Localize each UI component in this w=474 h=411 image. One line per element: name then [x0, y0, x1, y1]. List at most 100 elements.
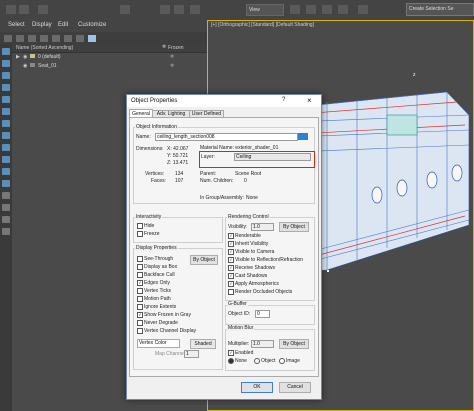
selection-set-dropdown[interactable]: Create Selection Se — [406, 3, 474, 16]
name-field[interactable]: ceiling_length_section008 — [155, 133, 298, 141]
filter-icon[interactable] — [4, 35, 12, 42]
display-by-object-button[interactable]: By Object — [190, 255, 218, 265]
visibility-eye-icon[interactable]: ◉ — [23, 54, 27, 60]
spinner-snap-icon[interactable] — [338, 5, 348, 14]
faces-label: Faces: — [151, 178, 167, 184]
xrefs-filter-icon[interactable] — [2, 156, 10, 163]
shapes-filter-icon[interactable] — [2, 84, 10, 91]
display-property-label: Motion Path — [144, 296, 171, 302]
list-item-label: Seat_01 — [38, 63, 57, 69]
column-name-header[interactable]: Name (Sorted Ascending) — [16, 45, 73, 51]
cameras-filter-icon[interactable] — [2, 108, 10, 115]
select-object-icon[interactable] — [120, 5, 130, 14]
expand-arrow-icon[interactable]: ▶ — [16, 54, 20, 60]
multiplier-label: Multiplier: — [228, 341, 250, 347]
link-icon[interactable] — [38, 5, 48, 14]
menu-customize[interactable]: Customize — [78, 22, 106, 28]
options-icon[interactable] — [76, 35, 84, 42]
layer-icon[interactable] — [40, 35, 48, 42]
motion-blur-by-object-button[interactable]: By Object — [279, 339, 309, 349]
enabled-checkbox[interactable]: ✓ — [228, 350, 234, 356]
faces-value: 107 — [175, 178, 184, 184]
parent-value: Scene Root — [235, 171, 262, 177]
lights-filter-icon[interactable] — [2, 96, 10, 103]
close-button[interactable]: × — [307, 96, 312, 105]
rendering-option-checkbox[interactable]: ✓ — [228, 249, 234, 255]
list-item[interactable]: ◉ Seat_01 ❄ — [12, 62, 207, 70]
ok-button[interactable]: OK — [241, 382, 273, 393]
display-property-checkbox[interactable]: ✓ — [137, 280, 143, 286]
menu-display[interactable]: Display — [32, 22, 52, 28]
none-radio[interactable] — [228, 358, 234, 364]
object-id-field[interactable]: 0 — [255, 310, 270, 318]
display-property-checkbox[interactable] — [137, 328, 143, 334]
menu-edit[interactable]: Edit — [58, 22, 68, 28]
scale-icon[interactable] — [190, 5, 200, 14]
help-button[interactable]: ? — [282, 97, 285, 103]
rendering-option-checkbox[interactable] — [228, 289, 234, 295]
display-property-checkbox[interactable] — [137, 304, 143, 310]
all-filter-icon[interactable] — [2, 216, 10, 223]
containers-filter-icon[interactable] — [2, 180, 10, 187]
select-filter-icon[interactable] — [2, 48, 10, 55]
visibility-field[interactable]: 1.0 — [251, 223, 274, 231]
none-filter-icon[interactable] — [2, 228, 10, 235]
display-filter-icon[interactable] — [2, 60, 10, 67]
display-property-checkbox[interactable] — [137, 272, 143, 278]
angle-snap-icon[interactable] — [306, 5, 316, 14]
multiplier-field[interactable]: 1.0 — [251, 340, 274, 348]
display-property-checkbox[interactable] — [137, 264, 143, 270]
image-radio[interactable] — [279, 358, 285, 364]
groups-filter-icon[interactable] — [2, 144, 10, 151]
hierarchy-icon[interactable] — [52, 35, 60, 42]
rendering-option-checkbox[interactable]: ✓ — [228, 257, 234, 263]
list-item[interactable]: ▶ ◉ 0 (default) ❄ — [12, 53, 207, 61]
column-frozen-header[interactable]: Frozen — [168, 45, 184, 51]
edit-named-selection-icon[interactable] — [358, 5, 368, 14]
object-color-swatch[interactable] — [298, 133, 308, 140]
rendering-option-checkbox[interactable]: ✓ — [228, 281, 234, 287]
cancel-button[interactable]: Cancel — [279, 382, 311, 393]
filter-toggle-icon[interactable] — [88, 35, 96, 42]
menu-select[interactable]: Select — [8, 22, 25, 28]
map-channel-field[interactable]: 1 — [184, 350, 199, 358]
percent-snap-icon[interactable] — [322, 5, 332, 14]
left-icon-strip — [0, 44, 12, 411]
freeze-label: Freeze — [144, 231, 160, 237]
rotate-icon[interactable] — [174, 5, 184, 14]
num-children-value: 0 — [244, 178, 247, 184]
rendering-by-object-button[interactable]: By Object — [279, 222, 309, 232]
undo-icon[interactable] — [6, 5, 16, 14]
find-icon[interactable] — [64, 35, 72, 42]
frozen-filter-icon[interactable] — [2, 192, 10, 199]
redo-icon[interactable] — [19, 5, 29, 14]
rendering-option-checkbox[interactable]: ✓ — [228, 273, 234, 279]
display-property-checkbox[interactable] — [137, 320, 143, 326]
display-property-checkbox[interactable]: ✓ — [137, 312, 143, 318]
display-none-icon[interactable] — [16, 35, 24, 42]
rendering-option-checkbox[interactable]: ✓ — [228, 241, 234, 247]
freeze-checkbox[interactable] — [137, 231, 143, 237]
vertex-color-dropdown[interactable]: Vertex Color — [137, 339, 180, 348]
view-dropdown[interactable]: View — [246, 4, 284, 16]
display-property-checkbox[interactable] — [137, 296, 143, 302]
frozen-toggle-icon[interactable]: ❄ — [170, 63, 174, 69]
layer-field[interactable]: Ceiling — [234, 153, 311, 161]
rendering-option-checkbox[interactable]: ✓ — [228, 265, 234, 271]
geometry-filter-icon[interactable] — [2, 72, 10, 79]
shaded-button[interactable]: Shaded — [190, 339, 216, 349]
display-property-checkbox[interactable] — [137, 288, 143, 294]
hidden-filter-icon[interactable] — [2, 204, 10, 211]
snap-icon[interactable] — [290, 5, 300, 14]
helpers-filter-icon[interactable] — [2, 120, 10, 127]
visibility-eye-icon[interactable]: ◉ — [23, 63, 27, 69]
invert-icon[interactable] — [28, 35, 36, 42]
object-radio[interactable] — [254, 358, 260, 364]
frozen-toggle-icon[interactable]: ❄ — [170, 54, 174, 60]
rendering-option-checkbox[interactable]: ✓ — [228, 233, 234, 239]
spacewarps-filter-icon[interactable] — [2, 132, 10, 139]
bones-filter-icon[interactable] — [2, 168, 10, 175]
display-property-checkbox[interactable] — [137, 256, 143, 262]
move-icon[interactable] — [160, 5, 170, 14]
hide-checkbox[interactable] — [137, 223, 143, 229]
